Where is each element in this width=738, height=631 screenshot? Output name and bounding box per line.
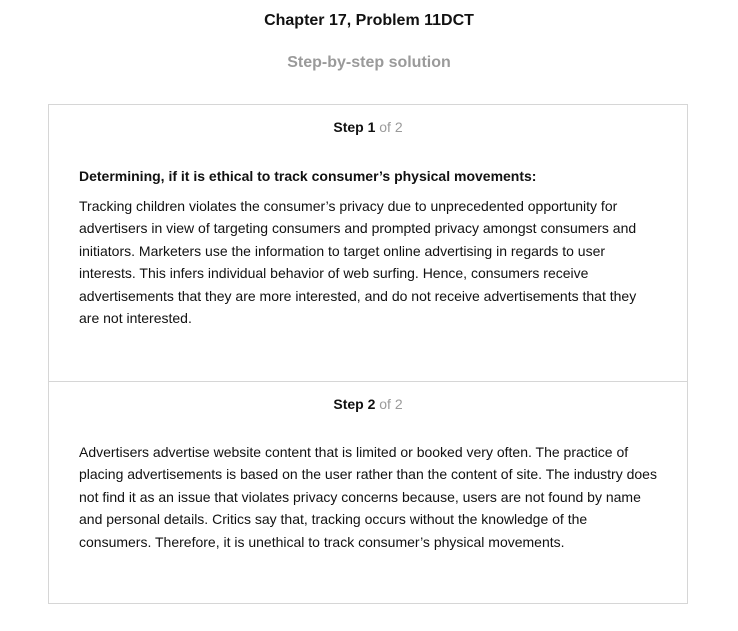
step-1-text: Tracking children violates the consumer’… xyxy=(79,198,637,327)
step-2-section: Step 2 of 2 Advertisers advertise websit… xyxy=(49,381,687,603)
step-2-header: Step 2 of 2 xyxy=(49,396,687,412)
step-1-section: Step 1 of 2 Determining, if it is ethica… xyxy=(49,105,687,381)
step-2-label: Step 2 xyxy=(333,396,376,412)
step-2-of-label: of 2 xyxy=(379,396,403,412)
solution-box: Step 1 of 2 Determining, if it is ethica… xyxy=(48,104,688,604)
step-1-of-label: of 2 xyxy=(379,119,403,135)
step-1-label: Step 1 xyxy=(333,119,376,135)
step-2-text: Advertisers advertise website content th… xyxy=(79,444,657,550)
step-1-header: Step 1 of 2 xyxy=(49,119,687,135)
step-1-heading: Determining, if it is ethical to track c… xyxy=(79,168,537,184)
page-title: Chapter 17, Problem 11DCT xyxy=(264,12,474,29)
page-subtitle: Step-by-step solution xyxy=(287,54,451,71)
